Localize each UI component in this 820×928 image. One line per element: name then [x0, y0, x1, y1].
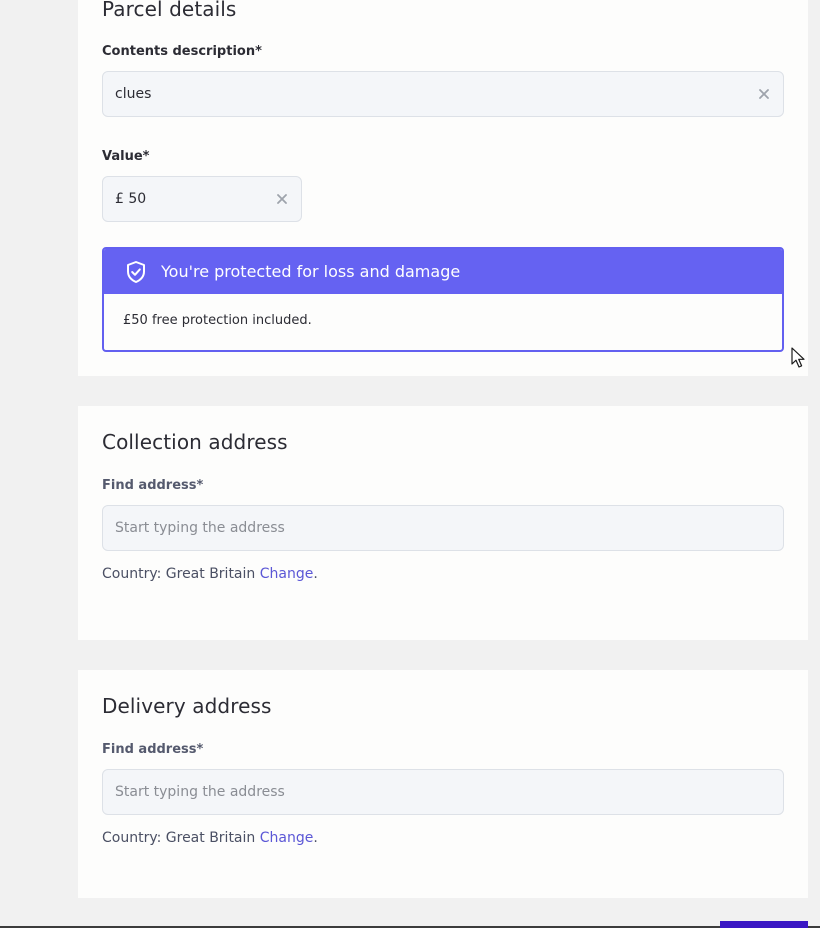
value-input-value[interactable]: £ 50 [115, 191, 275, 207]
parcel-details-title: Parcel details [102, 0, 237, 21]
contents-description-value[interactable]: clues [115, 86, 757, 102]
collection-change-country-link[interactable]: Change [260, 566, 314, 582]
protection-notice-heading: You're protected for loss and damage [161, 262, 461, 281]
collection-country-suffix: . [313, 566, 318, 582]
collection-address-search-input[interactable]: Start typing the address [102, 505, 784, 551]
delivery-address-title: Delivery address [102, 694, 272, 718]
value-label: Value* [102, 149, 150, 164]
shield-check-icon [127, 260, 145, 283]
delivery-country-text: Country: Great Britain [102, 830, 256, 846]
delivery-address-placeholder[interactable]: Start typing the address [115, 784, 771, 800]
continue-button[interactable] [720, 921, 808, 928]
value-input[interactable]: £ 50 [102, 176, 302, 222]
collection-country-line: Country: Great Britain Change. [102, 566, 318, 582]
collection-address-placeholder[interactable]: Start typing the address [115, 520, 771, 536]
delivery-country-suffix: . [313, 830, 318, 846]
clear-contents-icon[interactable] [757, 87, 771, 101]
collection-find-address-label: Find address* [102, 478, 204, 493]
delivery-country-line: Country: Great Britain Change. [102, 830, 318, 846]
collection-address-card: Collection address Find address* Start t… [78, 406, 808, 640]
collection-address-title: Collection address [102, 430, 288, 454]
delivery-address-card: Delivery address Find address* Start typ… [78, 670, 808, 898]
clear-value-icon[interactable] [275, 192, 289, 206]
protection-notice: You're protected for loss and damage £50… [102, 247, 784, 352]
mouse-pointer-icon [791, 347, 805, 368]
collection-country-text: Country: Great Britain [102, 566, 256, 582]
protection-notice-body: £50 free protection included. [123, 313, 312, 328]
delivery-change-country-link[interactable]: Change [260, 830, 314, 846]
delivery-find-address-label: Find address* [102, 742, 204, 757]
contents-description-input[interactable]: clues [102, 71, 784, 117]
delivery-address-search-input[interactable]: Start typing the address [102, 769, 784, 815]
contents-description-label: Contents description* [102, 44, 262, 59]
parcel-details-card: Parcel details Contents description* clu… [78, 0, 808, 376]
protection-notice-header: You're protected for loss and damage [104, 249, 782, 294]
